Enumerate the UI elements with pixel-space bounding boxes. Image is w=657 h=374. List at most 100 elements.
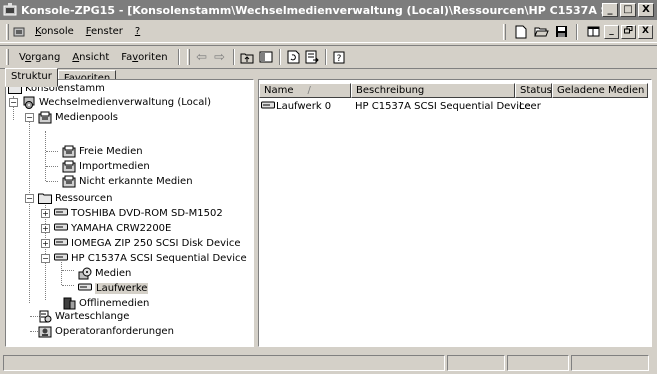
tree-node-wechselmedienverwaltung[interactable]: Wechselmedienverwaltung (Local) (22, 95, 211, 110)
show-hide-tree-icon[interactable] (257, 49, 275, 66)
svg-text:?: ? (336, 54, 341, 64)
tree-line (29, 118, 30, 303)
drive-icon (54, 207, 68, 220)
tree-node-hp-c1537a[interactable]: HP C1537A SCSI Sequential Device (54, 251, 247, 266)
tree-node-iomega[interactable]: IOMEGA ZIP 250 SCSI Disk Device (54, 236, 240, 251)
toolbar-separator (177, 49, 180, 65)
mdi-close-button[interactable]: X (638, 24, 653, 39)
toolbar-grip[interactable] (6, 49, 9, 65)
media-pool-icon (62, 145, 76, 158)
tree-node-medien[interactable]: Medien (78, 266, 131, 281)
status-panel-main (3, 355, 445, 371)
save-icon[interactable] (552, 23, 570, 40)
cell-name: Laufwerk 0 (276, 101, 332, 112)
export-list-icon[interactable] (303, 49, 321, 66)
column-header-beschreibung[interactable]: Beschreibung (351, 83, 515, 98)
tree-line (46, 166, 58, 167)
details-list[interactable]: Name / Beschreibung Status Geladene Medie… (258, 79, 652, 347)
up-one-level-icon[interactable] (239, 49, 257, 66)
mdi-minimize-button[interactable]: _ (604, 24, 619, 39)
drive-icon (261, 100, 275, 113)
new-window-icon[interactable] (584, 23, 602, 40)
media-icon (78, 267, 92, 280)
media-pool-icon (62, 160, 76, 173)
tree-node-ressourcen[interactable]: Ressourcen (38, 191, 112, 206)
toolbar-separator (232, 49, 235, 65)
work-queue-icon (38, 310, 52, 323)
drive-icon (54, 237, 68, 250)
toolbar-grip[interactable] (6, 23, 9, 40)
folder-icon (38, 192, 52, 205)
maximize-button[interactable]: □ (620, 3, 636, 17)
open-folder-icon[interactable] (532, 23, 550, 40)
toolbar-separator (324, 49, 327, 65)
column-header-status[interactable]: Status (515, 83, 552, 98)
status-bar (0, 352, 657, 374)
selected-node-label: Laufwerke (95, 283, 149, 294)
column-header-geladene-medien[interactable]: Geladene Medien (552, 83, 648, 98)
refresh-icon[interactable] (285, 49, 303, 66)
tree-node-medienpools[interactable]: Medienpools (38, 110, 118, 125)
removable-storage-icon (22, 96, 36, 109)
media-pool-icon (38, 111, 52, 124)
column-header-name[interactable]: Name / (259, 83, 351, 98)
close-button[interactable]: X (638, 3, 654, 17)
expand-toggle[interactable]: + (41, 239, 50, 248)
console-tree[interactable]: Konsolenstamm − Wechselmedienverwaltung … (5, 79, 254, 347)
menu-bar: Konsole Fenster ? _ X (0, 21, 657, 43)
menu-favoriten[interactable]: Favoriten (115, 52, 173, 63)
console-doc-icon[interactable] (13, 26, 25, 38)
tree-line (46, 151, 58, 152)
mmc-console-icon[interactable] (3, 3, 17, 17)
cell-beschreibung: HP C1537A SCSI Sequential Device (355, 101, 531, 112)
expand-toggle[interactable]: − (25, 194, 34, 203)
expand-toggle[interactable]: + (41, 209, 50, 218)
tree-node-warteschlange[interactable]: Warteschlange (38, 309, 129, 324)
toolbar-separator (278, 49, 281, 65)
expand-toggle[interactable]: − (9, 98, 18, 107)
operator-request-icon (38, 325, 52, 338)
status-panel (507, 355, 569, 371)
list-item[interactable]: Laufwerk 0 (261, 99, 331, 114)
mdi-restore-button[interactable] (621, 24, 636, 39)
help-icon[interactable]: ? (331, 49, 349, 66)
toolbar-grip[interactable] (186, 49, 190, 65)
tree-node-laufwerke[interactable]: Laufwerke (78, 281, 149, 296)
expand-toggle[interactable]: + (41, 224, 50, 233)
expand-toggle[interactable]: − (41, 254, 50, 263)
media-pool-icon (62, 175, 76, 188)
tree-node-importmedien[interactable]: Importmedien (62, 159, 150, 174)
expand-toggle[interactable]: − (25, 113, 34, 122)
menu-vorgang[interactable]: Vorgang (13, 52, 66, 63)
tree-line (45, 131, 46, 181)
tree-line (62, 285, 74, 286)
tree-node-yamaha[interactable]: YAMAHA CRW2200E (54, 221, 171, 236)
tree-line (46, 181, 58, 182)
toolbar-grip-right[interactable] (503, 23, 506, 40)
menu-ansicht[interactable]: Ansicht (66, 52, 115, 63)
tree-node-nicht-erkannte-medien[interactable]: Nicht erkannte Medien (62, 174, 193, 189)
tab-struktur[interactable]: Struktur (5, 68, 58, 87)
action-toolbar: Vorgang Ansicht Favoriten ⇦ ⇨ ? (0, 45, 657, 69)
cell-status: Leer (519, 101, 541, 112)
back-arrow-icon[interactable]: ⇦ (193, 49, 211, 66)
tree-node-freie-medien[interactable]: Freie Medien (62, 144, 143, 159)
minimize-button[interactable]: _ (602, 3, 618, 17)
forward-arrow-icon[interactable]: ⇨ (211, 49, 229, 66)
menu-fenster[interactable]: Fenster (80, 26, 129, 37)
tree-node-toshiba[interactable]: TOSHIBA DVD-ROM SD-M1502 (54, 206, 223, 221)
menu-konsole[interactable]: Konsole (29, 26, 80, 37)
drive-icon (78, 282, 92, 295)
menu-help[interactable]: ? (129, 26, 146, 37)
tree-node-operatoranforderungen[interactable]: Operatoranforderungen (38, 324, 174, 339)
toolbar-separator (576, 23, 578, 40)
drive-icon (54, 252, 68, 265)
status-panel (571, 355, 649, 371)
window-title: Konsole-ZPG15 - [Konsolenstamm\Wechselme… (21, 3, 602, 17)
sort-indicator-icon: / (307, 85, 311, 96)
tree-line (62, 270, 74, 271)
drive-icon (54, 222, 68, 235)
title-bar[interactable]: Konsole-ZPG15 - [Konsolenstamm\Wechselme… (0, 0, 657, 20)
new-icon[interactable] (512, 23, 530, 40)
status-panel (447, 355, 505, 371)
